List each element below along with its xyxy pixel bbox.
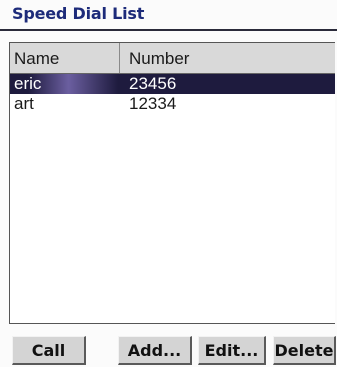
column-header-number[interactable]: Number (120, 43, 335, 73)
list-rows: eric 23456 art 12334 (10, 74, 335, 114)
column-header-name[interactable]: Name (10, 43, 120, 73)
row-number-cell: 12334 (129, 94, 177, 113)
row-name-cell: art (14, 94, 34, 113)
speed-dial-screen: Speed Dial List Name Number eric 23456 a… (0, 0, 337, 367)
window-title: Speed Dial List (12, 4, 145, 23)
edit-button[interactable]: Edit... (198, 336, 266, 365)
call-button[interactable]: Call (12, 336, 86, 365)
row-number-cell: 23456 (129, 74, 177, 93)
add-button[interactable]: Add... (118, 336, 192, 365)
speed-dial-list[interactable]: Name Number eric 23456 art 12334 (9, 42, 335, 324)
title-divider (0, 29, 337, 31)
list-header: Name Number (10, 43, 335, 74)
list-row-eric[interactable]: eric 23456 (10, 74, 335, 94)
list-row-art[interactable]: art 12334 (10, 94, 335, 114)
row-name-cell: eric (14, 74, 42, 93)
title-bar: Speed Dial List (0, 0, 337, 34)
delete-button[interactable]: Delete (273, 336, 336, 365)
button-bar: Call Add... Edit... Delete (0, 330, 337, 367)
